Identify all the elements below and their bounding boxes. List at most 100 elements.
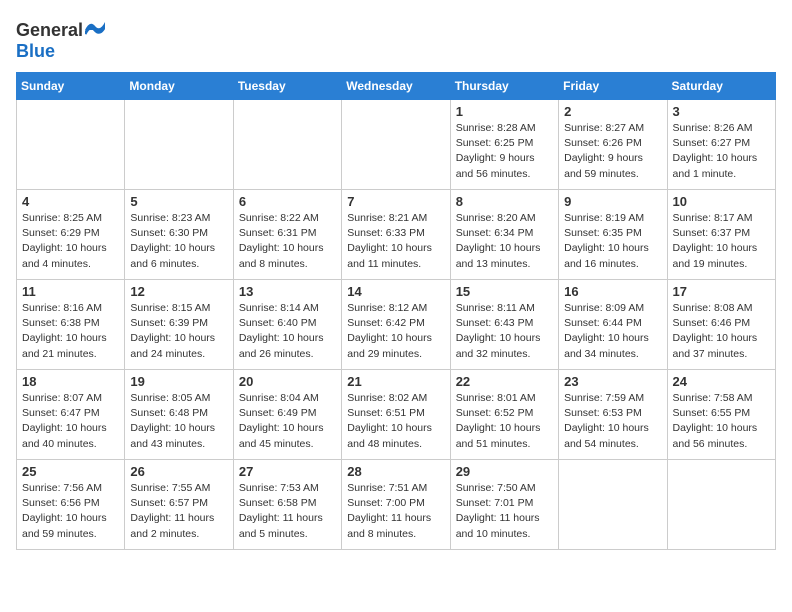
day-number: 15 <box>456 284 553 299</box>
day-info: Sunrise: 7:51 AM Sunset: 7:00 PM Dayligh… <box>347 481 444 542</box>
day-number: 9 <box>564 194 661 209</box>
calendar-cell: 21 Sunrise: 8:02 AM Sunset: 6:51 PM Dayli… <box>342 370 450 460</box>
calendar-cell: 29 Sunrise: 7:50 AM Sunset: 7:01 PM Dayli… <box>450 460 558 550</box>
calendar-cell <box>559 460 667 550</box>
day-info: Sunrise: 8:15 AM Sunset: 6:39 PM Dayligh… <box>130 301 227 362</box>
calendar-cell: 2Sunrise: 8:27 AM Sunset: 6:26 PM Daylig… <box>559 100 667 190</box>
calendar-cell: 10 Sunrise: 8:17 AM Sunset: 6:37 PM Dayli… <box>667 190 775 280</box>
day-number: 11 <box>22 284 119 299</box>
calendar-week-row: 4 Sunrise: 8:25 AM Sunset: 6:29 PM Daylig… <box>17 190 776 280</box>
day-info: Sunrise: 7:58 AM Sunset: 6:55 PM Dayligh… <box>673 391 770 452</box>
weekday-header-friday: Friday <box>559 73 667 100</box>
calendar-cell: 27 Sunrise: 7:53 AM Sunset: 6:58 PM Dayli… <box>233 460 341 550</box>
day-number: 12 <box>130 284 227 299</box>
calendar-cell: 15 Sunrise: 8:11 AM Sunset: 6:43 PM Dayli… <box>450 280 558 370</box>
weekday-header-row: SundayMondayTuesdayWednesdayThursdayFrid… <box>17 73 776 100</box>
weekday-header-thursday: Thursday <box>450 73 558 100</box>
day-info: Sunrise: 7:55 AM Sunset: 6:57 PM Dayligh… <box>130 481 227 542</box>
calendar-cell: 8Sunrise: 8:20 AM Sunset: 6:34 PM Daylig… <box>450 190 558 280</box>
day-number: 28 <box>347 464 444 479</box>
calendar-cell: 1 Sunrise: 8:28 AM Sunset: 6:25 PM Daylig… <box>450 100 558 190</box>
calendar-cell <box>667 460 775 550</box>
calendar-cell: 14Sunrise: 8:12 AM Sunset: 6:42 PM Dayli… <box>342 280 450 370</box>
calendar-cell: 28 Sunrise: 7:51 AM Sunset: 7:00 PM Dayli… <box>342 460 450 550</box>
day-number: 7 <box>347 194 444 209</box>
weekday-header-saturday: Saturday <box>667 73 775 100</box>
calendar-cell: 13 Sunrise: 8:14 AM Sunset: 6:40 PM Dayli… <box>233 280 341 370</box>
day-number: 10 <box>673 194 770 209</box>
day-number: 23 <box>564 374 661 389</box>
calendar-cell: 5 Sunrise: 8:23 AM Sunset: 6:30 PM Daylig… <box>125 190 233 280</box>
calendar-cell: 4 Sunrise: 8:25 AM Sunset: 6:29 PM Daylig… <box>17 190 125 280</box>
day-number: 29 <box>456 464 553 479</box>
calendar-cell: 22 Sunrise: 8:01 AM Sunset: 6:52 PM Dayli… <box>450 370 558 460</box>
day-number: 21 <box>347 374 444 389</box>
calendar-cell: 26 Sunrise: 7:55 AM Sunset: 6:57 PM Dayli… <box>125 460 233 550</box>
day-number: 20 <box>239 374 336 389</box>
day-info: Sunrise: 8:22 AM Sunset: 6:31 PM Dayligh… <box>239 211 336 272</box>
day-number: 4 <box>22 194 119 209</box>
weekday-header-sunday: Sunday <box>17 73 125 100</box>
day-info: Sunrise: 8:04 AM Sunset: 6:49 PM Dayligh… <box>239 391 336 452</box>
calendar-cell: 25 Sunrise: 7:56 AM Sunset: 6:56 PM Dayli… <box>17 460 125 550</box>
calendar-cell: 9 Sunrise: 8:19 AM Sunset: 6:35 PM Daylig… <box>559 190 667 280</box>
calendar-week-row: 11 Sunrise: 8:16 AM Sunset: 6:38 PM Dayli… <box>17 280 776 370</box>
calendar-cell: 19 Sunrise: 8:05 AM Sunset: 6:48 PM Dayli… <box>125 370 233 460</box>
day-info: Sunrise: 7:53 AM Sunset: 6:58 PM Dayligh… <box>239 481 336 542</box>
day-info: Sunrise: 7:50 AM Sunset: 7:01 PM Dayligh… <box>456 481 553 542</box>
day-number: 5 <box>130 194 227 209</box>
calendar-cell <box>342 100 450 190</box>
calendar-cell <box>17 100 125 190</box>
day-number: 13 <box>239 284 336 299</box>
page-header: GeneralBlue <box>16 16 776 62</box>
calendar-cell: 20 Sunrise: 8:04 AM Sunset: 6:49 PM Dayli… <box>233 370 341 460</box>
logo-blue-text: Blue <box>16 41 55 62</box>
day-number: 27 <box>239 464 336 479</box>
day-number: 25 <box>22 464 119 479</box>
day-info: Sunrise: 8:16 AM Sunset: 6:38 PM Dayligh… <box>22 301 119 362</box>
day-info: Sunrise: 8:20 AM Sunset: 6:34 PM Dayligh… <box>456 211 553 272</box>
calendar-cell: 7 Sunrise: 8:21 AM Sunset: 6:33 PM Daylig… <box>342 190 450 280</box>
logo-general-text: General <box>16 20 83 41</box>
day-info: Sunrise: 8:19 AM Sunset: 6:35 PM Dayligh… <box>564 211 661 272</box>
day-info: Sunrise: 7:59 AM Sunset: 6:53 PM Dayligh… <box>564 391 661 452</box>
day-number: 19 <box>130 374 227 389</box>
day-number: 18 <box>22 374 119 389</box>
logo: GeneralBlue <box>16 20 105 62</box>
calendar-table: SundayMondayTuesdayWednesdayThursdayFrid… <box>16 72 776 550</box>
day-number: 1 <box>456 104 553 119</box>
day-number: 24 <box>673 374 770 389</box>
day-info: Sunrise: 8:01 AM Sunset: 6:52 PM Dayligh… <box>456 391 553 452</box>
day-info: Sunrise: 8:28 AM Sunset: 6:25 PM Dayligh… <box>456 121 553 182</box>
day-info: Sunrise: 8:08 AM Sunset: 6:46 PM Dayligh… <box>673 301 770 362</box>
day-info: Sunrise: 8:27 AM Sunset: 6:26 PM Dayligh… <box>564 121 661 182</box>
day-info: Sunrise: 7:56 AM Sunset: 6:56 PM Dayligh… <box>22 481 119 542</box>
day-number: 6 <box>239 194 336 209</box>
day-info: Sunrise: 8:21 AM Sunset: 6:33 PM Dayligh… <box>347 211 444 272</box>
day-number: 26 <box>130 464 227 479</box>
day-info: Sunrise: 8:25 AM Sunset: 6:29 PM Dayligh… <box>22 211 119 272</box>
day-info: Sunrise: 8:05 AM Sunset: 6:48 PM Dayligh… <box>130 391 227 452</box>
day-info: Sunrise: 8:23 AM Sunset: 6:30 PM Dayligh… <box>130 211 227 272</box>
calendar-cell <box>125 100 233 190</box>
calendar-cell: 6 Sunrise: 8:22 AM Sunset: 6:31 PM Daylig… <box>233 190 341 280</box>
calendar-week-row: 25 Sunrise: 7:56 AM Sunset: 6:56 PM Dayli… <box>17 460 776 550</box>
day-info: Sunrise: 8:09 AM Sunset: 6:44 PM Dayligh… <box>564 301 661 362</box>
day-number: 14 <box>347 284 444 299</box>
day-info: Sunrise: 8:11 AM Sunset: 6:43 PM Dayligh… <box>456 301 553 362</box>
calendar-cell: 18 Sunrise: 8:07 AM Sunset: 6:47 PM Dayli… <box>17 370 125 460</box>
day-number: 3 <box>673 104 770 119</box>
day-info: Sunrise: 8:02 AM Sunset: 6:51 PM Dayligh… <box>347 391 444 452</box>
day-info: Sunrise: 8:26 AM Sunset: 6:27 PM Dayligh… <box>673 121 770 182</box>
calendar-cell: 24 Sunrise: 7:58 AM Sunset: 6:55 PM Dayli… <box>667 370 775 460</box>
day-info: Sunrise: 8:17 AM Sunset: 6:37 PM Dayligh… <box>673 211 770 272</box>
day-info: Sunrise: 8:07 AM Sunset: 6:47 PM Dayligh… <box>22 391 119 452</box>
calendar-cell: 16 Sunrise: 8:09 AM Sunset: 6:44 PM Dayli… <box>559 280 667 370</box>
day-number: 22 <box>456 374 553 389</box>
calendar-week-row: 1 Sunrise: 8:28 AM Sunset: 6:25 PM Daylig… <box>17 100 776 190</box>
day-info: Sunrise: 8:14 AM Sunset: 6:40 PM Dayligh… <box>239 301 336 362</box>
day-number: 16 <box>564 284 661 299</box>
weekday-header-tuesday: Tuesday <box>233 73 341 100</box>
calendar-cell: 11 Sunrise: 8:16 AM Sunset: 6:38 PM Dayli… <box>17 280 125 370</box>
calendar-cell: 12 Sunrise: 8:15 AM Sunset: 6:39 PM Dayli… <box>125 280 233 370</box>
